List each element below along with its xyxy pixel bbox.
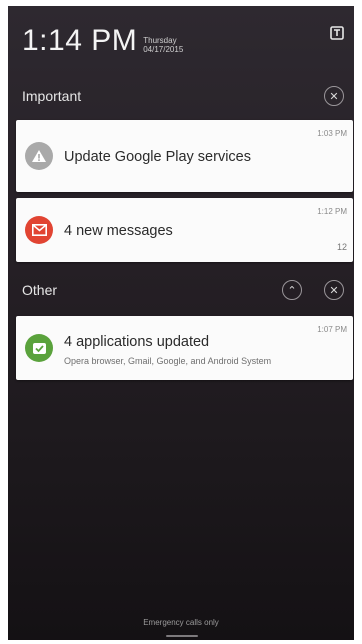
close-icon: ✕ <box>329 284 339 297</box>
notification-time: 1:03 PM <box>317 129 347 138</box>
message-count: 12 <box>336 242 347 252</box>
section-other-label: Other <box>22 282 58 298</box>
clock-time: 1:14 PM <box>22 24 138 57</box>
notification-title: Update Google Play services <box>64 149 251 165</box>
notification-shade: 1:14 PM Thursday 04/17/2015 Important ✕ … <box>8 6 354 640</box>
section-important-header: Important ✕ <box>22 84 344 108</box>
notification-subtitle: Opera browser, Gmail, Google, and Androi… <box>64 356 272 366</box>
notification-card-play-services[interactable]: Update Google Play services 1:03 PM <box>16 120 353 192</box>
dismiss-important-button[interactable]: ✕ <box>324 86 344 106</box>
warning-triangle-icon <box>25 142 53 170</box>
update-check-icon <box>25 334 53 362</box>
notification-time: 1:12 PM <box>317 207 347 216</box>
notification-card-messages[interactable]: 4 new messages 1:12 PM 12 <box>16 198 353 262</box>
mail-icon <box>25 216 53 244</box>
notification-card-app-updates[interactable]: 4 applications updated 1:07 PM Opera bro… <box>16 316 353 380</box>
chevron-up-icon: ⌃ <box>287 284 297 297</box>
date-block: Thursday 04/17/2015 <box>143 36 183 56</box>
day-label: Thursday <box>143 36 177 45</box>
notification-title: 4 new messages <box>64 223 173 239</box>
notification-time: 1:07 PM <box>317 325 347 334</box>
status-header: 1:14 PM Thursday 04/17/2015 <box>22 26 183 56</box>
collapse-other-button[interactable]: ⌃ <box>282 280 302 300</box>
dismiss-other-button[interactable]: ✕ <box>324 280 344 300</box>
emergency-calls-label: Emergency calls only <box>143 618 219 627</box>
notification-title: 4 applications updated <box>64 334 210 350</box>
quick-settings-icon[interactable] <box>330 26 344 40</box>
shade-drag-handle[interactable] <box>166 635 198 637</box>
close-icon: ✕ <box>329 90 339 103</box>
date-label: 04/17/2015 <box>143 45 184 54</box>
section-important-label: Important <box>22 88 82 104</box>
section-other-header: Other ⌃ ✕ <box>22 278 344 302</box>
